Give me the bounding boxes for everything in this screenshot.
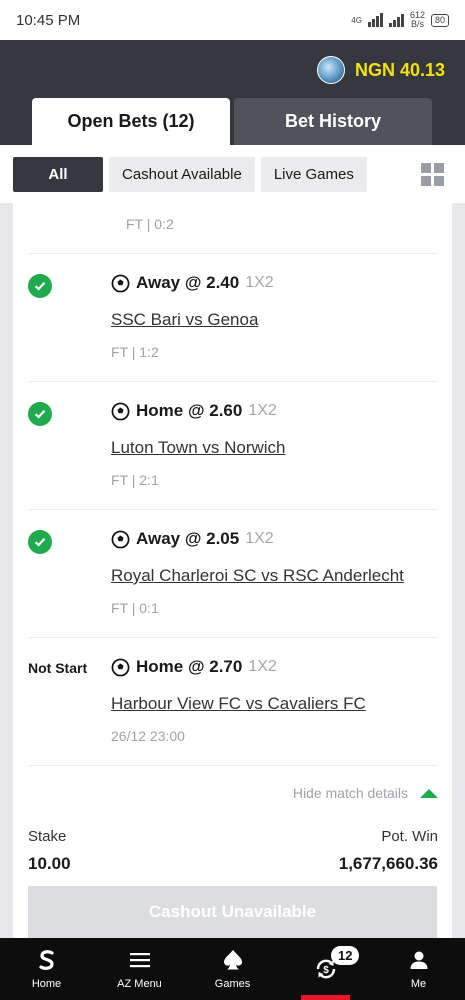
nav-me-label: Me: [410, 978, 427, 990]
pick-label: Away @ 2.40: [136, 273, 240, 292]
sporty-logo-icon: [38, 950, 54, 970]
bottom-nav: Home AZ Menu Games $ 12 Me: [0, 938, 465, 1000]
pot-win-label: Pot. Win: [381, 828, 438, 845]
stake-label: Stake: [28, 828, 67, 845]
pick-label: Home @ 2.70: [136, 657, 243, 676]
nav-home[interactable]: Home: [0, 938, 93, 1000]
spade-icon: [223, 950, 242, 970]
list-item: Not Start Home @ 2.70 1X2 Harbour View F…: [28, 638, 438, 766]
svg-text:$: $: [323, 965, 329, 976]
nav-home-label: Home: [31, 978, 62, 990]
menu-icon: [129, 953, 150, 968]
grid-view-icon[interactable]: [421, 162, 444, 186]
open-bets-badge: 12: [331, 946, 360, 965]
filter-all[interactable]: All: [13, 156, 103, 192]
cashout-button[interactable]: Cashout Unavailable: [28, 886, 437, 938]
chevron-up-icon: [420, 788, 438, 798]
nav-az-menu-label: AZ Menu: [117, 978, 162, 990]
status-bar: 10:45 PM 4G 612 B/s 80: [0, 0, 465, 40]
list-item: Home @ 2.60 1X2 Luton Town vs Norwich FT…: [28, 382, 438, 510]
list-item: FT | 0:2: [28, 203, 438, 254]
match-link[interactable]: Harbour View FC vs Cavaliers FC: [111, 694, 366, 714]
signal-icon: [367, 13, 383, 27]
soccer-ball-icon: [111, 530, 130, 548]
bet-pick: Away @ 2.05 1X2: [111, 529, 274, 549]
match-meta: FT | 0:2: [126, 216, 174, 232]
net-speed-unit: B/s: [410, 19, 424, 29]
summary-values: 10.00 1,677,660.36: [28, 854, 438, 874]
tab-bet-history[interactable]: Bet History: [234, 98, 432, 145]
user-icon: [410, 951, 427, 969]
nav-games-label: Games: [214, 978, 251, 990]
stake-value: 10.00: [28, 854, 71, 873]
avatar[interactable]: [316, 56, 345, 84]
nav-games[interactable]: Games: [186, 938, 279, 1000]
app-header: NGN 40.13 Open Bets (12) Bet History: [0, 40, 465, 145]
bet-pick: Away @ 2.40 1X2: [111, 273, 274, 293]
match-link[interactable]: Royal Charleroi SC vs RSC Anderlecht: [111, 566, 404, 586]
clock: 10:45 PM: [16, 11, 81, 29]
soccer-ball-icon: [111, 274, 130, 292]
status-icons: 4G 612 B/s 80: [351, 11, 449, 29]
list-item: Away @ 2.40 1X2 SSC Bari vs Genoa FT | 1…: [28, 254, 438, 382]
match-meta: FT | 2:1: [111, 472, 159, 488]
summary-labels: Stake Pot. Win: [28, 828, 438, 845]
bet-pick: Home @ 2.70 1X2: [111, 657, 277, 677]
check-icon: [28, 402, 52, 426]
network-type-label: 4G: [351, 15, 362, 25]
pot-win-value: 1,677,660.36: [338, 854, 438, 873]
balance-value: NGN 40.13: [354, 59, 445, 80]
signal-2-icon: [388, 13, 404, 27]
soccer-ball-icon: [111, 658, 130, 676]
soccer-ball-icon: [111, 402, 130, 420]
bet-card: FT | 0:2 Away @ 2.40 1X2 SSC Bari vs Gen…: [13, 203, 452, 938]
filter-cashout-available[interactable]: Cashout Available: [109, 156, 255, 192]
check-icon: [28, 530, 52, 554]
filter-bar: All Cashout Available Live Games: [0, 145, 465, 203]
match-meta: FT | 0:1: [111, 600, 159, 616]
balance-area[interactable]: NGN 40.13: [316, 56, 445, 84]
nav-az-menu[interactable]: AZ Menu: [93, 938, 186, 1000]
market-label: 1X2: [245, 530, 274, 547]
hide-details-toggle[interactable]: Hide match details: [28, 778, 438, 808]
pick-label: Home @ 2.60: [136, 401, 243, 420]
check-icon: [28, 274, 52, 298]
filter-live-games[interactable]: Live Games: [260, 156, 367, 192]
market-label: 1X2: [248, 658, 277, 675]
bet-tabs: Open Bets (12) Bet History: [32, 98, 432, 145]
tab-open-bets[interactable]: Open Bets (12): [32, 98, 230, 145]
net-speed: 612 B/s: [410, 11, 425, 29]
won-status: [28, 530, 52, 554]
bet-pick: Home @ 2.60 1X2: [111, 401, 277, 421]
nav-open-bets[interactable]: $ 12: [279, 938, 372, 1000]
match-meta: 26/12 23:00: [111, 728, 185, 744]
not-start-label: Not Start: [28, 660, 88, 676]
match-link[interactable]: Luton Town vs Norwich: [111, 438, 286, 458]
won-status: [28, 402, 52, 426]
list-item: Away @ 2.05 1X2 Royal Charleroi SC vs RS…: [28, 510, 438, 638]
match-link[interactable]: SSC Bari vs Genoa: [111, 310, 258, 330]
hide-details-label: Hide match details: [292, 785, 408, 801]
nav-me[interactable]: Me: [372, 938, 465, 1000]
pick-label: Away @ 2.05: [136, 529, 240, 548]
won-status: [28, 274, 52, 298]
pending-status: Not Start: [28, 660, 87, 678]
market-label: 1X2: [245, 274, 274, 291]
battery-icon: 80: [430, 13, 449, 27]
match-meta: FT | 1:2: [111, 344, 159, 360]
market-label: 1X2: [248, 402, 277, 419]
